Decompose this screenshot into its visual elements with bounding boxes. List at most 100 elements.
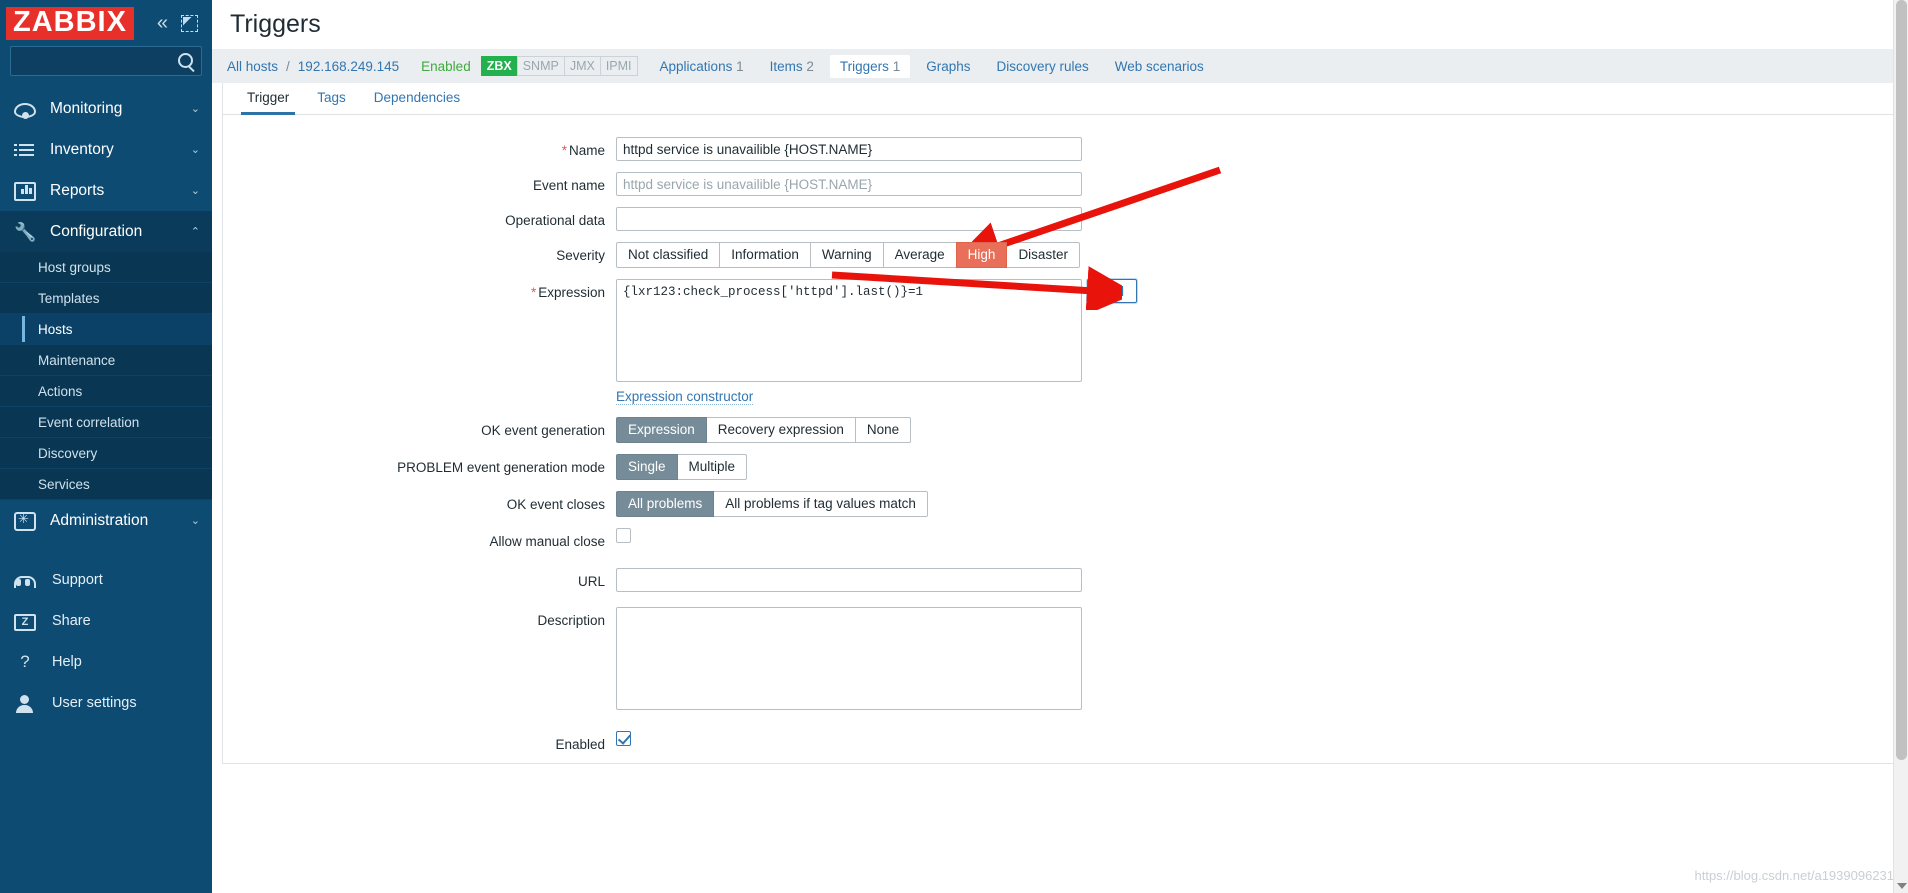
add-expression-button[interactable]: Add [1087,279,1137,303]
sidebar-item-hosts[interactable]: Hosts [0,314,212,345]
wrench-icon: 🔧 [14,221,37,242]
sidebar-item-label: Maintenance [38,352,116,368]
watermark: https://blog.csdn.net/a1939096231 [1694,868,1895,883]
sidebar-item-actions[interactable]: Actions [0,376,212,407]
problem-event-generation-mode-label: PROBLEM event generation mode [397,460,605,475]
search-input[interactable] [11,47,201,75]
sidebar-item-maintenance[interactable]: Maintenance [0,345,212,376]
sidebar-item-administration[interactable]: Administration ⌄ [0,500,212,541]
interface-tags: ZBX SNMP JMX IPMI [480,56,638,76]
zabbix-logo[interactable]: ZABBIX [6,6,134,40]
tab-count: 2 [806,58,814,74]
tab-label: Items [769,58,803,74]
zabbix-share-icon: Z [14,613,36,631]
breadcrumb-tab-discovery-rules[interactable]: Discovery rules [986,55,1098,78]
tab-label: Web scenarios [1114,58,1204,74]
vertical-scrollbar[interactable] [1893,0,1908,893]
sidebar-item-share[interactable]: Z Share [0,600,212,641]
tab-label: Discovery rules [996,58,1089,74]
tab-label: Graphs [926,58,971,74]
severity-option-not-classified[interactable]: Not classified [616,242,721,268]
sidebar-item-support[interactable]: Support [0,559,212,600]
breadcrumb: All hosts / 192.168.249.145 Enabled ZBX … [212,49,1908,83]
ok-event-closes-option-tag-values-match[interactable]: All problems if tag values match [713,491,928,517]
form-row-ok-event-closes: OK event closes All problems All problem… [223,491,1897,517]
name-input[interactable] [616,137,1082,161]
sidebar-item-monitoring[interactable]: Monitoring ⌄ [0,88,212,129]
sidebar-item-host-groups[interactable]: Host groups [0,252,212,283]
scroll-down-icon[interactable] [1897,883,1907,889]
sidebar-item-services[interactable]: Services [0,469,212,500]
trigger-form-panel: Trigger Tags Dependencies *Name Event na… [222,83,1898,764]
sidebar-item-inventory[interactable]: Inventory ⌄ [0,129,212,170]
expression-constructor-link[interactable]: Expression constructor [616,389,754,405]
sidebar-item-event-correlation[interactable]: Event correlation [0,407,212,438]
enabled-checkbox[interactable] [616,731,631,746]
breadcrumb-tab-items[interactable]: Items 2 [760,55,824,78]
ok-event-generation-option-none[interactable]: None [854,417,912,443]
sidebar-search [0,46,212,88]
sidebar-item-label: Host groups [38,259,111,275]
sidebar-item-label: User settings [52,694,137,711]
breadcrumb-tab-applications[interactable]: Applications 1 [650,55,754,78]
breadcrumb-tab-triggers[interactable]: Triggers 1 [829,54,911,78]
url-input[interactable] [616,568,1082,592]
ok-event-closes-option-all-problems[interactable]: All problems [616,491,715,517]
form-row-enabled: Enabled [223,731,1897,752]
severity-button-group: Not classified Information Warning Avera… [616,242,1897,268]
form-row-expression: * Expression {lxr123:check_process['httpd… [223,279,1897,406]
event-name-input[interactable] [616,172,1082,196]
headset-icon [14,576,36,588]
problem-mode-option-multiple[interactable]: Multiple [676,454,748,480]
form-row-ok-event-generation: OK event generation Expression Recovery … [223,417,1897,443]
breadcrumb-tab-web-scenarios[interactable]: Web scenarios [1105,55,1214,78]
breadcrumb-host[interactable]: 192.168.249.145 [292,59,405,74]
severity-option-disaster[interactable]: Disaster [1006,242,1080,268]
sidebar-item-label: Services [38,476,90,492]
ok-event-closes-label: OK event closes [506,497,605,512]
scrollbar-thumb[interactable] [1896,0,1907,760]
sidebar-item-user-settings[interactable]: User settings [0,682,212,723]
sidebar-item-label: Share [52,612,91,629]
host-status[interactable]: Enabled [405,59,481,74]
tab-count: 1 [892,58,901,74]
collapse-sidebar-icon[interactable]: « [157,13,168,33]
severity-option-information[interactable]: Information [719,242,811,268]
description-textarea[interactable] [616,607,1082,710]
ok-event-generation-option-expression[interactable]: Expression [616,417,707,443]
gear-icon [14,511,36,531]
event-name-label: Event name [532,178,605,193]
sidebar-item-label: Help [52,653,82,670]
severity-option-average[interactable]: Average [882,242,957,268]
sidebar-item-templates[interactable]: Templates [0,283,212,314]
sidebar-header: ZABBIX « [0,0,212,46]
expression-textarea[interactable]: {lxr123:check_process['httpd'].last()}=1 [616,279,1082,382]
expression-label: * Expression [530,285,605,300]
sidebar-submenu-configuration: Host groups Templates Hosts Maintenance … [0,252,212,500]
ok-event-generation-option-recovery-expression[interactable]: Recovery expression [705,417,856,443]
breadcrumb-all-hosts[interactable]: All hosts [221,59,284,74]
form-row-description: Description [223,607,1897,715]
name-label: * Name [561,143,605,158]
tab-dependencies[interactable]: Dependencies [360,83,474,114]
eye-icon [14,103,36,119]
ok-event-closes-group: All problems All problems if tag values … [616,491,1897,517]
allow-manual-close-checkbox[interactable] [616,528,631,543]
sidebar-item-label: Inventory [50,140,114,158]
severity-option-high[interactable]: High [955,242,1008,268]
sidebar-item-discovery[interactable]: Discovery [0,438,212,469]
required-marker: * [530,285,537,300]
search-box[interactable] [10,46,202,76]
sidebar-item-reports[interactable]: Reports ⌄ [0,170,212,211]
chevron-up-icon: ⌃ [190,226,200,238]
operational-data-input[interactable] [616,207,1082,231]
expand-view-icon[interactable] [181,14,198,32]
problem-mode-option-single[interactable]: Single [616,454,678,480]
breadcrumb-tab-graphs[interactable]: Graphs [916,55,980,78]
severity-option-warning[interactable]: Warning [809,242,884,268]
search-icon [178,53,193,68]
sidebar-item-help[interactable]: ? Help [0,641,212,682]
sidebar-item-configuration[interactable]: 🔧 Configuration ⌃ [0,211,212,252]
tab-trigger[interactable]: Trigger [233,83,303,115]
tab-tags[interactable]: Tags [303,83,360,114]
